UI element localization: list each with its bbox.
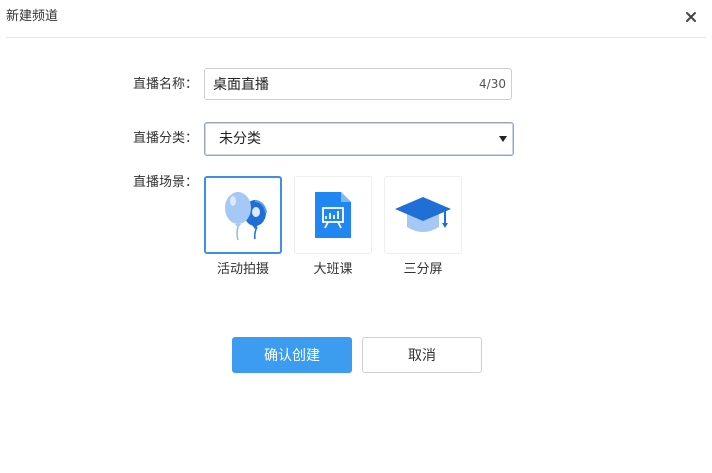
new-channel-dialog: 新建频道 直播名称： 4/30 直播分类： 未分类 直播场景： — [0, 0, 712, 473]
name-input[interactable] — [213, 69, 463, 99]
scene-label-large-class: 大班课 — [313, 262, 353, 277]
scene-label-activity: 活动拍摄 — [216, 262, 269, 277]
cancel-button[interactable]: 取消 — [362, 337, 482, 373]
category-selected-value: 未分类 — [219, 131, 261, 147]
category-label: 直播分类： — [132, 131, 198, 146]
presentation-document-icon — [315, 192, 351, 238]
scene-label: 直播场景： — [132, 175, 198, 190]
close-icon — [686, 12, 696, 22]
dropdown-arrow-icon — [499, 136, 507, 142]
category-select[interactable]: 未分类 — [204, 122, 514, 156]
name-char-count: 4/30 — [479, 77, 506, 91]
scene-card-three-split[interactable] — [384, 176, 462, 254]
dialog-title: 新建频道 — [6, 9, 59, 24]
name-label: 直播名称： — [132, 77, 198, 92]
scene-label-three-split: 三分屏 — [403, 262, 443, 277]
confirm-create-button[interactable]: 确认创建 — [232, 337, 352, 373]
name-field[interactable]: 4/30 — [204, 68, 512, 100]
scene-card-activity[interactable] — [204, 176, 282, 254]
close-button[interactable] — [682, 8, 700, 26]
graduation-cap-icon — [395, 197, 451, 232]
balloon-icon — [225, 192, 267, 241]
dialog-header: 新建频道 — [0, 0, 712, 37]
scene-card-large-class[interactable] — [294, 176, 372, 254]
header-divider — [6, 37, 706, 38]
